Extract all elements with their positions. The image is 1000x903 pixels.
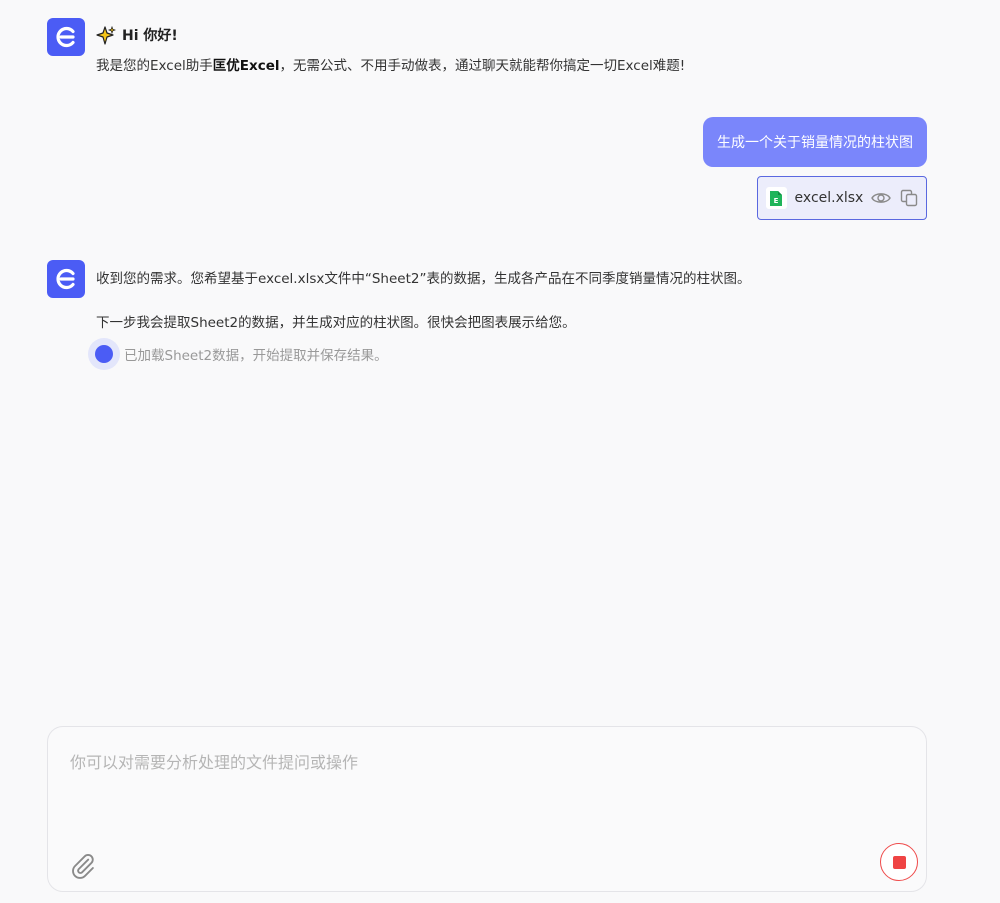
svg-text:E: E [774,197,779,205]
user-message-text: 生成一个关于销量情况的柱状图 [717,135,913,151]
excel-assistant-logo-icon [56,26,75,48]
user-message-bubble: 生成一个关于销量情况的柱状图 [703,117,927,167]
assistant-welcome-message: Hi 你好! 我是您的Excel助手匡优Excel，无需公式、不用手动做表，通过… [96,26,956,76]
brand-name: 匡优Excel [212,58,280,74]
stop-icon [892,855,906,869]
attach-file-button[interactable] [68,851,98,881]
intro-text: 我是您的Excel助手匡优Excel，无需公式、不用手动做表，通过聊天就能帮你搞… [96,56,956,76]
progress-status: 已加载Sheet2数据，开始提取并保存结果。 [88,338,388,370]
assistant-avatar [47,260,85,298]
status-text: 已加载Sheet2数据，开始提取并保存结果。 [124,348,388,364]
message-input[interactable] [68,747,902,831]
greeting-text: Hi 你好! [122,28,178,44]
reply-line-1: 收到您的需求。您希望基于excel.xlsx文件中“Sheet2”表的数据，生成… [96,271,751,287]
intro-prefix: 我是您的Excel助手 [96,58,213,74]
excel-assistant-logo-icon [56,268,75,290]
stop-generation-button[interactable] [880,843,918,881]
assistant-avatar [47,18,85,56]
attachment-card[interactable]: E excel.xlsx [757,176,927,220]
reply-line-2: 下一步我会提取Sheet2的数据，并生成对应的柱状图。很快会把图表展示给您。 [96,315,576,331]
sparkle-icon [96,26,116,45]
copy-icon[interactable] [899,188,918,208]
message-composer [47,726,927,892]
attachment-file-name[interactable]: excel.xlsx [795,190,864,206]
loading-indicator-icon [88,338,120,370]
assistant-reply-message: 收到您的需求。您希望基于excel.xlsx文件中“Sheet2”表的数据，生成… [96,268,956,334]
chat-page: Hi 你好! 我是您的Excel助手匡优Excel，无需公式、不用手动做表，通过… [0,0,1000,903]
loading-dot [95,345,113,363]
spreadsheet-file-icon: E [766,187,787,209]
preview-eye-icon[interactable] [871,188,892,208]
greeting-row: Hi 你好! [96,26,956,46]
intro-suffix: ，无需公式、不用手动做表，通过聊天就能帮你搞定一切Excel难题! [279,58,686,74]
paperclip-icon [72,854,94,879]
